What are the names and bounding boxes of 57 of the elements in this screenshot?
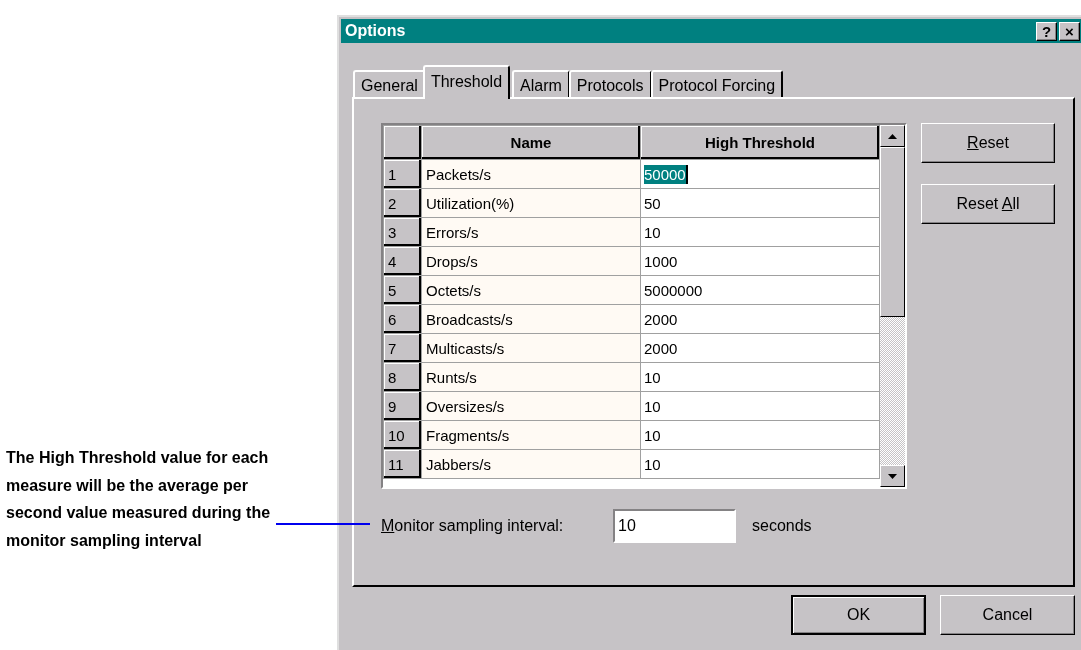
- table-cell[interactable]: 2000: [644, 309, 678, 329]
- table-cell: Jabbers/s: [421, 449, 641, 479]
- down-arrow-icon: [888, 473, 897, 479]
- row-header[interactable]: 7: [383, 333, 422, 363]
- row-header[interactable]: 6: [383, 304, 422, 334]
- help-button[interactable]: ?: [1036, 21, 1057, 41]
- ok-button[interactable]: OK: [791, 595, 926, 635]
- table-cell: Oversizes/s: [421, 391, 641, 421]
- table-cell: Utilization(%): [421, 188, 641, 218]
- table-cell[interactable]: 10: [644, 396, 661, 416]
- table-cell[interactable]: 2000: [644, 338, 678, 358]
- row-header[interactable]: 3: [383, 217, 422, 247]
- close-button[interactable]: ×: [1059, 21, 1080, 41]
- table-cell[interactable]: 50: [644, 193, 661, 213]
- row-header[interactable]: 8: [383, 362, 422, 392]
- row-header[interactable]: 9: [383, 391, 422, 421]
- table-cell[interactable]: 1000: [644, 251, 678, 271]
- row-header[interactable]: 2: [383, 188, 422, 218]
- row-header[interactable]: 5: [383, 275, 422, 305]
- scroll-thumb[interactable]: [880, 147, 905, 317]
- table-cell: Errors/s: [421, 217, 641, 247]
- tab[interactable]: Alarm: [512, 70, 570, 97]
- table-cell[interactable]: 5000000: [644, 280, 703, 300]
- column-header[interactable]: Name: [421, 125, 641, 160]
- scroll-up-button[interactable]: [880, 125, 905, 147]
- reset-button[interactable]: Reset: [921, 123, 1055, 163]
- window-title: Options: [345, 22, 406, 40]
- table-cell: Multicasts/s: [421, 333, 641, 363]
- tab[interactable]: Protocol Forcing: [650, 70, 784, 97]
- header-corner: [383, 125, 422, 160]
- table-cell[interactable]: 10: [644, 454, 661, 474]
- row-header[interactable]: 4: [383, 246, 422, 276]
- unit-label: seconds: [752, 517, 812, 535]
- table-cell: Packets/s: [421, 159, 641, 189]
- interval-label: Monitor sampling interval:: [381, 517, 565, 535]
- tab[interactable]: Threshold: [422, 65, 511, 99]
- table-cell[interactable]: 10: [644, 222, 661, 242]
- table-cell: Fragments/s: [421, 420, 641, 450]
- scroll-bar[interactable]: [880, 125, 905, 487]
- table-cell[interactable]: 10: [644, 367, 661, 387]
- column-header[interactable]: High Threshold: [640, 125, 880, 160]
- table-cell[interactable]: 10: [644, 425, 661, 445]
- row-header[interactable]: 1: [383, 159, 422, 189]
- scroll-down-button[interactable]: [880, 465, 905, 487]
- table-cell[interactable]: 50000: [644, 164, 688, 184]
- table-cell: Drops/s: [421, 246, 641, 276]
- cancel-button[interactable]: Cancel: [940, 595, 1075, 635]
- annotation-text: The High Threshold value for each measure will be the average per second value measured during the monitor sampling interval: [6, 448, 272, 551]
- tab[interactable]: Protocols: [568, 70, 652, 97]
- reset-button[interactable]: Reset All: [921, 184, 1055, 224]
- interval-field[interactable]: 10: [613, 509, 736, 543]
- up-arrow-icon: [888, 133, 897, 139]
- row-header[interactable]: 10: [383, 420, 422, 450]
- table-cell: Broadcasts/s: [421, 304, 641, 334]
- row-header[interactable]: 11: [383, 449, 422, 479]
- table-cell: Runts/s: [421, 362, 641, 392]
- table-cell: Octets/s: [421, 275, 641, 305]
